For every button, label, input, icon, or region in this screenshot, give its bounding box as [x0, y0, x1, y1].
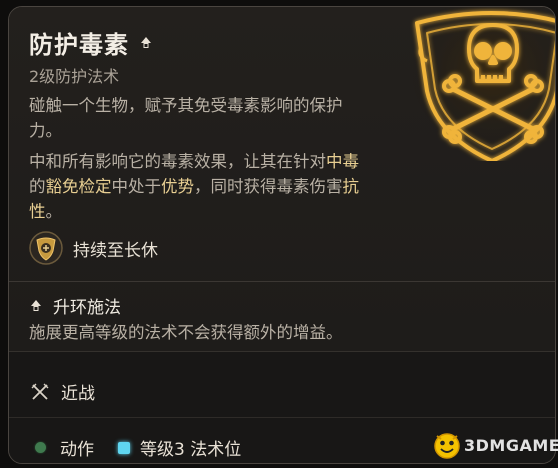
spell-description-primary: 碰触一个生物，赋予其免受毒素影响的保护力。 [29, 96, 343, 140]
desc2-text-c: 的 [29, 177, 46, 196]
action-resource-icon [35, 442, 46, 453]
divider [9, 417, 555, 418]
watermark-text: 3DMGAME [464, 435, 558, 455]
spell-description-secondary: 中和所有影响它的毒素效果，让其在针对中毒的豁免检定中处于优势，同时获得毒素伤害抗… [29, 149, 359, 224]
spell-tooltip-panel: 防护毒素 2级防护法术 碰触一个生物，赋予其免受毒素影响的保护力。 中和所有影响… [8, 6, 556, 464]
title-row: 防护毒素 [29, 25, 153, 60]
watermark: 3DMGAME [432, 430, 558, 460]
range-label: 近战 [61, 384, 95, 404]
spell-name: 防护毒素 [29, 31, 129, 59]
upcast-title: 升环施法 [53, 298, 121, 318]
upcast-description: 施展更高等级的法术不会获得额外的增益。 [29, 323, 343, 342]
cost-row: 动作 等级3 法术位 [35, 435, 241, 460]
desc2-text-g: ，同时获得毒素伤害 [194, 177, 343, 196]
long-rest-duration-icon [29, 231, 63, 265]
range-row: 近战 [31, 379, 95, 404]
duration-label: 持续至长休 [73, 240, 158, 261]
keyword-poisoned[interactable]: 中毒 [326, 152, 359, 171]
action-cost-label: 动作 [60, 440, 94, 460]
divider [9, 281, 555, 282]
poison-skull-seal-icon [412, 7, 555, 161]
upcast-row: 升环施法 [29, 293, 121, 318]
3dm-logo-icon [434, 433, 460, 459]
desc2-text-i: 。 [45, 202, 63, 221]
upcast-icon [31, 299, 41, 311]
upcast-mini-icon [141, 36, 151, 48]
keyword-advantage[interactable]: 优势 [161, 177, 194, 196]
desc2-text-a: 中和所有影响它的毒素效果，让其在针对 [29, 152, 326, 171]
melee-crossed-swords-icon [31, 383, 49, 400]
duration-row: 持续至长休 [29, 231, 158, 265]
spell-level-school: 2级防护法术 [29, 67, 120, 86]
desc2-text-e: 中处于 [111, 177, 162, 196]
spell-slot-icon [118, 441, 130, 454]
keyword-saving-throw[interactable]: 豁免检定 [46, 177, 112, 196]
spell-slot-cost-label: 等级3 法术位 [140, 440, 242, 460]
